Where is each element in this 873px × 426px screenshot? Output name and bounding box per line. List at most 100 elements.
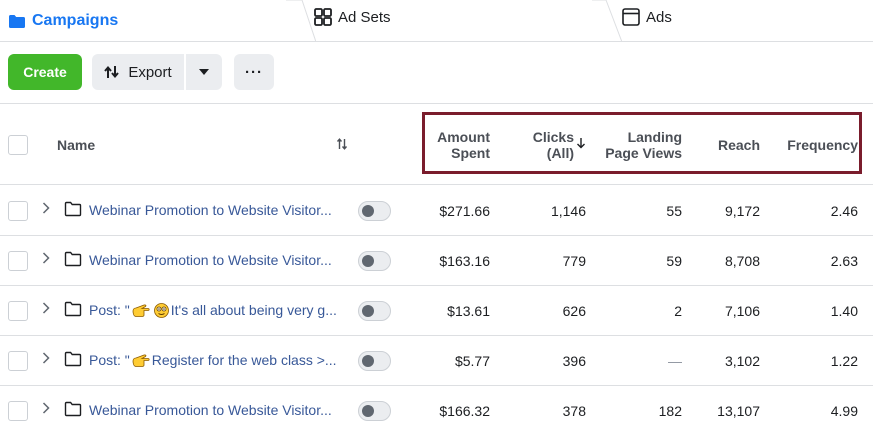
row-checkbox[interactable] <box>8 301 28 321</box>
folder-outline-icon <box>64 301 82 322</box>
table-header: Name Amount Spent Clicks (All) Landing P… <box>0 103 873 185</box>
amount-spent-cell: $271.66 <box>439 203 490 219</box>
reach-cell: 13,107 <box>717 403 760 419</box>
chevron-right-icon[interactable] <box>42 351 50 367</box>
arrow-down-icon <box>576 137 586 152</box>
select-all-checkbox[interactable] <box>8 135 28 155</box>
campaign-name-link[interactable]: Webinar Promotion to Website Visitor... <box>89 252 344 268</box>
campaign-toggle[interactable] <box>358 201 391 221</box>
more-options-button[interactable]: ··· <box>234 54 274 90</box>
landing-page-views-cell: — <box>668 353 682 369</box>
tab-ad-sets-label: Ad Sets <box>338 8 391 26</box>
folder-outline-icon <box>64 201 82 222</box>
clicks-cell: 1,146 <box>550 203 586 219</box>
folder-icon <box>8 14 26 29</box>
campaign-toggle[interactable] <box>358 301 391 321</box>
landing-page-views-cell: 182 <box>658 403 682 419</box>
amount-spent-cell: $163.16 <box>439 253 490 269</box>
amount-spent-cell: $13.61 <box>447 303 490 319</box>
tab-campaigns-label: Campaigns <box>32 12 119 29</box>
campaign-name-text: Post: " <box>89 302 130 318</box>
toggle-knob <box>362 255 374 267</box>
toolbar: Create Export ··· <box>8 54 274 90</box>
landing-page-views-cell: 2 <box>674 303 682 319</box>
chevron-right-icon[interactable] <box>42 301 50 317</box>
campaign-name-text: Webinar Promotion to Website Visitor... <box>89 252 332 268</box>
export-dropdown-button[interactable] <box>186 54 222 90</box>
reach-cell: 7,106 <box>724 303 760 319</box>
tab-ad-sets[interactable]: Ad Sets <box>300 0 606 42</box>
campaign-name-text: Webinar Promotion to Website Visitor... <box>89 202 332 218</box>
campaign-name-link[interactable]: Webinar Promotion to Website Visitor... <box>89 202 344 218</box>
face-emoji-icon <box>153 302 169 318</box>
campaign-name-link[interactable]: Post: " Register for the web class >... <box>89 352 344 368</box>
clicks-cell: 779 <box>562 253 586 269</box>
campaign-toggle[interactable] <box>358 401 391 421</box>
column-header-reach[interactable]: Reach <box>700 137 760 153</box>
folder-outline-icon <box>64 401 82 422</box>
pointing-hand-emoji-icon <box>132 354 150 367</box>
pointing-hand-emoji-icon <box>132 304 150 317</box>
campaign-toggle[interactable] <box>358 351 391 371</box>
clicks-cell: 396 <box>562 353 586 369</box>
toggle-knob <box>362 405 374 417</box>
column-header-clicks[interactable]: Clicks (All) <box>506 129 574 161</box>
tab-ads[interactable]: Ads <box>606 0 873 42</box>
amount-spent-cell: $166.32 <box>439 403 490 419</box>
table-row[interactable]: Webinar Promotion to Website Visitor... … <box>0 386 873 426</box>
campaign-name-text: Post: " <box>89 352 130 368</box>
column-header-frequency[interactable]: Frequency <box>770 137 858 153</box>
row-checkbox[interactable] <box>8 401 28 421</box>
export-label: Export <box>128 63 172 81</box>
header-line: Amount <box>437 129 490 145</box>
campaign-name-text: Register for the web class >... <box>151 352 337 368</box>
clicks-cell: 378 <box>562 403 586 419</box>
column-header-landing-page-views[interactable]: Landing Page Views <box>592 129 682 161</box>
landing-page-views-cell: 55 <box>666 203 682 219</box>
frequency-cell: 2.63 <box>830 253 858 269</box>
chevron-right-icon[interactable] <box>42 201 50 217</box>
row-checkbox[interactable] <box>8 251 28 271</box>
row-checkbox[interactable] <box>8 351 28 371</box>
header-line: Page Views <box>605 145 682 161</box>
toggle-knob <box>362 205 374 217</box>
amount-spent-cell: $5.77 <box>454 353 490 369</box>
tab-campaigns[interactable]: Campaigns <box>8 0 300 42</box>
campaign-name-link[interactable]: Webinar Promotion to Website Visitor... <box>89 402 344 418</box>
campaign-name-text: It's all about being very g... <box>170 302 337 318</box>
frequency-cell: 1.22 <box>830 353 858 369</box>
header-line: (All) <box>546 145 574 161</box>
ad-sets-icon <box>314 8 332 26</box>
table-row[interactable]: Post: " It's all about being very g... $… <box>0 286 873 336</box>
campaign-name-link[interactable]: Post: " It's all about being very g... <box>89 302 344 318</box>
tab-ads-label: Ads <box>646 8 672 26</box>
folder-outline-icon <box>64 351 82 372</box>
toggle-knob <box>362 305 374 317</box>
create-button[interactable]: Create <box>8 54 82 90</box>
column-header-name[interactable]: Name <box>57 137 95 153</box>
export-icon <box>104 65 120 79</box>
caret-down-icon <box>199 69 209 75</box>
campaign-toggle[interactable] <box>358 251 391 271</box>
header-line: Spent <box>451 145 490 161</box>
landing-page-views-cell: 59 <box>666 253 682 269</box>
sort-icon[interactable] <box>336 138 348 153</box>
clicks-cell: 626 <box>562 303 586 319</box>
frequency-cell: 4.99 <box>830 403 858 419</box>
campaign-name-text: Webinar Promotion to Website Visitor... <box>89 402 332 418</box>
table-row[interactable]: Webinar Promotion to Website Visitor... … <box>0 236 873 286</box>
chevron-right-icon[interactable] <box>42 401 50 417</box>
header-line: Landing <box>627 129 682 145</box>
row-checkbox[interactable] <box>8 201 28 221</box>
column-header-amount-spent[interactable]: Amount Spent <box>420 129 490 161</box>
header-line: Clicks <box>532 129 574 145</box>
chevron-right-icon[interactable] <box>42 251 50 267</box>
level-tabs: Campaigns Ad Sets Ads <box>0 0 873 42</box>
frequency-cell: 1.40 <box>830 303 858 319</box>
frequency-cell: 2.46 <box>830 203 858 219</box>
tabbar-divider <box>0 41 873 42</box>
table-row[interactable]: Webinar Promotion to Website Visitor... … <box>0 186 873 236</box>
export-button[interactable]: Export <box>92 54 184 90</box>
reach-cell: 3,102 <box>724 353 760 369</box>
table-row[interactable]: Post: " Register for the web class >... … <box>0 336 873 386</box>
